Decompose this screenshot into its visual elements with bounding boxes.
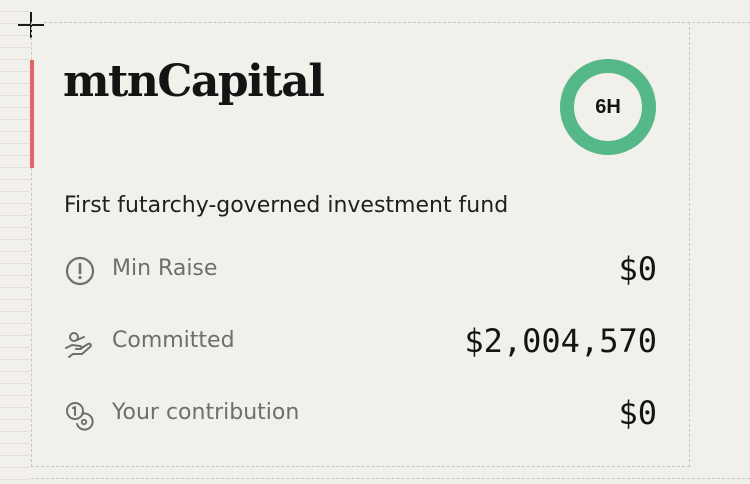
fund-description: First futarchy-governed investment fund	[64, 193, 509, 218]
fund-title: mtnCapital	[63, 56, 325, 107]
stat-value: $0	[618, 250, 657, 288]
divider	[31, 478, 750, 479]
stat-value: $0	[618, 394, 657, 432]
stat-label: Min Raise	[112, 256, 218, 281]
stat-label: Your contribution	[112, 400, 300, 425]
stat-row-min-raise: Min Raise $0	[64, 250, 657, 290]
stat-row-committed: Committed $2,004,570	[64, 322, 657, 362]
stat-value: $2,004,570	[464, 322, 657, 360]
timer-label: 6H	[595, 96, 621, 118]
hand-coins-icon	[65, 332, 92, 358]
accent-bar	[30, 60, 34, 168]
alert-circle-icon	[65, 256, 95, 286]
grid-gutter	[0, 0, 30, 484]
coins-icon	[66, 402, 94, 431]
stat-label: Committed	[112, 328, 235, 353]
countdown-timer: 6H	[560, 59, 656, 155]
stat-row-your-contribution: Your contribution $0	[64, 394, 657, 434]
